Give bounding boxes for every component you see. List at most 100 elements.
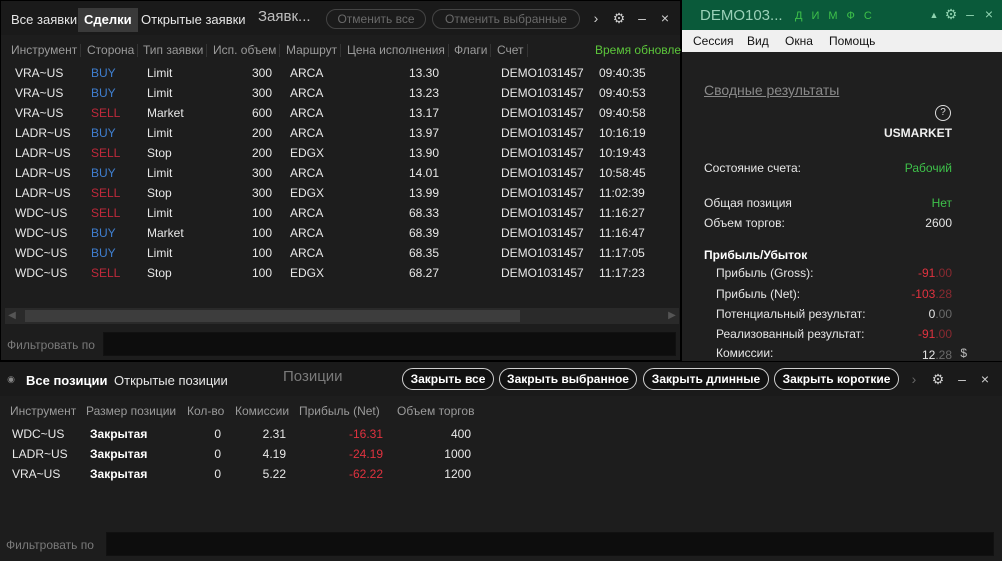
positions-filter-input[interactable] bbox=[106, 532, 994, 556]
cell-account: DEMO1031457 bbox=[501, 186, 584, 200]
close-short-button[interactable]: Закрыть короткие bbox=[774, 368, 899, 390]
table-row[interactable]: WDC~US SELL Limit 100 ARCA 68.33 DEMO1031457 11… bbox=[5, 203, 681, 223]
positions-close-icon[interactable]: × bbox=[977, 371, 993, 387]
mini-tab-i[interactable]: И bbox=[811, 10, 819, 22]
total-position-label: Общая позиция bbox=[704, 196, 792, 210]
table-row[interactable]: VRA~US SELL Market 600 ARCA 13.17 DEMO1031457 0… bbox=[5, 103, 681, 123]
tab-open-orders[interactable]: Открытые заявки bbox=[135, 8, 252, 32]
pos-cell-volume: 1000 bbox=[444, 447, 471, 461]
close-long-button[interactable]: Закрыть длинные bbox=[643, 368, 769, 390]
col-filled-volume[interactable]: Исп. объем bbox=[213, 43, 281, 57]
pos-cell-commission: 5.22 bbox=[262, 467, 286, 481]
close-all-button[interactable]: Закрыть все bbox=[402, 368, 494, 390]
close-icon[interactable]: × bbox=[657, 10, 673, 26]
cell-route: ARCA bbox=[290, 166, 324, 180]
cell-update-time: 09:40:58 bbox=[599, 106, 646, 120]
pos-col-commission[interactable]: Комиссии bbox=[235, 404, 289, 418]
positions-next-icon[interactable]: › bbox=[906, 371, 922, 387]
col-order-type[interactable]: Тип заявки bbox=[143, 43, 208, 57]
cell-route: ARCA bbox=[290, 126, 324, 140]
cell-side: BUY bbox=[91, 126, 116, 140]
positions-minimize-icon[interactable]: – bbox=[954, 371, 970, 387]
account-minimize-icon[interactable]: – bbox=[962, 6, 978, 22]
cell-filled-volume: 100 bbox=[251, 206, 272, 220]
cancel-selected-button[interactable]: Отменить выбранные bbox=[432, 9, 580, 29]
positions-settings-icon[interactable]: ⚙ bbox=[930, 371, 946, 387]
table-row[interactable]: LADR~US BUY Limit 200 ARCA 13.97 DEMO1031457 10… bbox=[5, 123, 681, 143]
cell-instrument: WDC~US bbox=[15, 246, 68, 260]
cell-route: EDGX bbox=[290, 146, 325, 160]
mini-tab-s[interactable]: С bbox=[864, 10, 872, 22]
cell-account: DEMO1031457 bbox=[501, 126, 584, 140]
table-row[interactable]: WDC~US BUY Market 100 ARCA 68.39 DEMO1031457 11… bbox=[5, 223, 681, 243]
tab-open-positions[interactable]: Открытые позиции bbox=[114, 373, 228, 388]
tab-trades[interactable]: Сделки bbox=[78, 8, 138, 32]
cell-exec-price: 68.39 bbox=[408, 226, 439, 240]
menu-view[interactable]: Вид bbox=[747, 34, 769, 48]
col-update-time[interactable]: Время обновле bbox=[595, 43, 681, 57]
positions-filter-label: Фильтровать по bbox=[6, 538, 94, 552]
scroll-left-icon[interactable]: ◀ bbox=[5, 308, 19, 324]
pos-col-size[interactable]: Размер позиции bbox=[86, 404, 176, 418]
tab-all-positions[interactable]: Все позиции bbox=[26, 373, 108, 388]
col-route[interactable]: Маршрут bbox=[286, 43, 342, 57]
table-row[interactable]: WDC~US SELL Stop 100 EDGX 68.27 DEMO1031457 11:… bbox=[5, 263, 681, 283]
horizontal-scrollbar[interactable]: ◀ ▶ bbox=[5, 308, 679, 324]
account-state-label: Состояние счета: bbox=[704, 161, 801, 175]
trades-filter-input[interactable] bbox=[103, 332, 676, 356]
account-settings-icon[interactable]: ⚙ bbox=[943, 6, 959, 22]
scrollbar-thumb[interactable] bbox=[25, 310, 520, 322]
minimize-icon[interactable]: – bbox=[634, 10, 650, 26]
menu-windows[interactable]: Окна bbox=[785, 34, 813, 48]
menu-help[interactable]: Помощь bbox=[829, 34, 875, 48]
tab-all-orders[interactable]: Все заявки bbox=[5, 8, 83, 32]
pos-col-instrument[interactable]: Инструмент bbox=[10, 404, 76, 418]
cell-route: ARCA bbox=[290, 106, 324, 120]
cell-instrument: LADR~US bbox=[15, 166, 71, 180]
cell-filled-volume: 300 bbox=[251, 66, 272, 80]
table-row[interactable]: LADR~US BUY Limit 300 ARCA 14.01 DEMO1031457 10… bbox=[5, 163, 681, 183]
pos-cell-instrument: WDC~US bbox=[12, 427, 65, 441]
summary-results-link[interactable]: Сводные результаты bbox=[704, 82, 839, 98]
table-row[interactable]: WDC~US BUY Limit 100 ARCA 68.35 DEMO1031457 11:… bbox=[5, 243, 681, 263]
mini-tab-d[interactable]: Д bbox=[795, 10, 802, 22]
col-instrument[interactable]: Инструмент bbox=[11, 43, 82, 57]
col-account[interactable]: Счет bbox=[497, 43, 528, 57]
cell-exec-price: 13.97 bbox=[408, 126, 439, 140]
table-row[interactable]: VRA~US BUY Limit 300 ARCA 13.23 DEMO1031457 09:… bbox=[5, 83, 681, 103]
table-row[interactable]: VRA~US Закрытая 0 5.22 -62.22 1200 bbox=[0, 464, 500, 484]
cancel-all-button[interactable]: Отменить все bbox=[326, 9, 426, 29]
help-icon[interactable]: ? bbox=[935, 105, 951, 121]
pos-cell-size: Закрытая bbox=[90, 467, 148, 481]
scroll-right-icon[interactable]: ▶ bbox=[665, 308, 679, 324]
pos-col-qty[interactable]: Кол-во bbox=[187, 404, 224, 418]
potential-value: 0.00 bbox=[928, 307, 952, 321]
account-title-bar[interactable]: DEMO103... ДИМФС ▲ ⚙ – × bbox=[682, 0, 1002, 30]
table-row[interactable]: VRA~US BUY Limit 300 ARCA 13.30 DEMO1031457 09:… bbox=[5, 63, 681, 83]
filter-label: Фильтровать по bbox=[7, 338, 95, 352]
collapse-icon[interactable]: ▲ bbox=[926, 7, 942, 23]
cell-order-type: Limit bbox=[147, 126, 173, 140]
table-row[interactable]: LADR~US SELL Stop 300 EDGX 13.99 DEMO1031457 11… bbox=[5, 183, 681, 203]
menu-session[interactable]: Сессия bbox=[693, 34, 734, 48]
next-icon[interactable]: › bbox=[588, 10, 604, 26]
col-flags[interactable]: Флаги bbox=[454, 43, 493, 57]
account-close-icon[interactable]: × bbox=[981, 6, 997, 22]
pin-icon[interactable]: ◉ bbox=[3, 371, 19, 387]
cell-side: BUY bbox=[91, 246, 116, 260]
col-side[interactable]: Сторона bbox=[87, 43, 139, 57]
settings-icon[interactable]: ⚙ bbox=[611, 10, 627, 26]
close-selected-button[interactable]: Закрыть выбранное bbox=[499, 368, 637, 390]
pos-cell-commission: 4.19 bbox=[262, 447, 286, 461]
mini-tab-f[interactable]: Ф bbox=[847, 10, 855, 22]
pos-cell-instrument: LADR~US bbox=[12, 447, 68, 461]
mini-tab-m[interactable]: М bbox=[828, 10, 837, 22]
col-exec-price[interactable]: Цена исполнения bbox=[347, 43, 449, 57]
table-row[interactable]: LADR~US SELL Stop 200 EDGX 13.90 DEMO1031457 10… bbox=[5, 143, 681, 163]
pos-col-volume[interactable]: Объем торгов bbox=[397, 404, 474, 418]
table-row[interactable]: WDC~US Закрытая 0 2.31 -16.31 400 bbox=[0, 424, 500, 444]
account-state-value: Рабочий bbox=[904, 161, 952, 175]
table-row[interactable]: LADR~US Закрытая 0 4.19 -24.19 1000 bbox=[0, 444, 500, 464]
pos-col-net-profit[interactable]: Прибыль (Net) bbox=[299, 404, 380, 418]
pos-cell-size: Закрытая bbox=[90, 427, 148, 441]
